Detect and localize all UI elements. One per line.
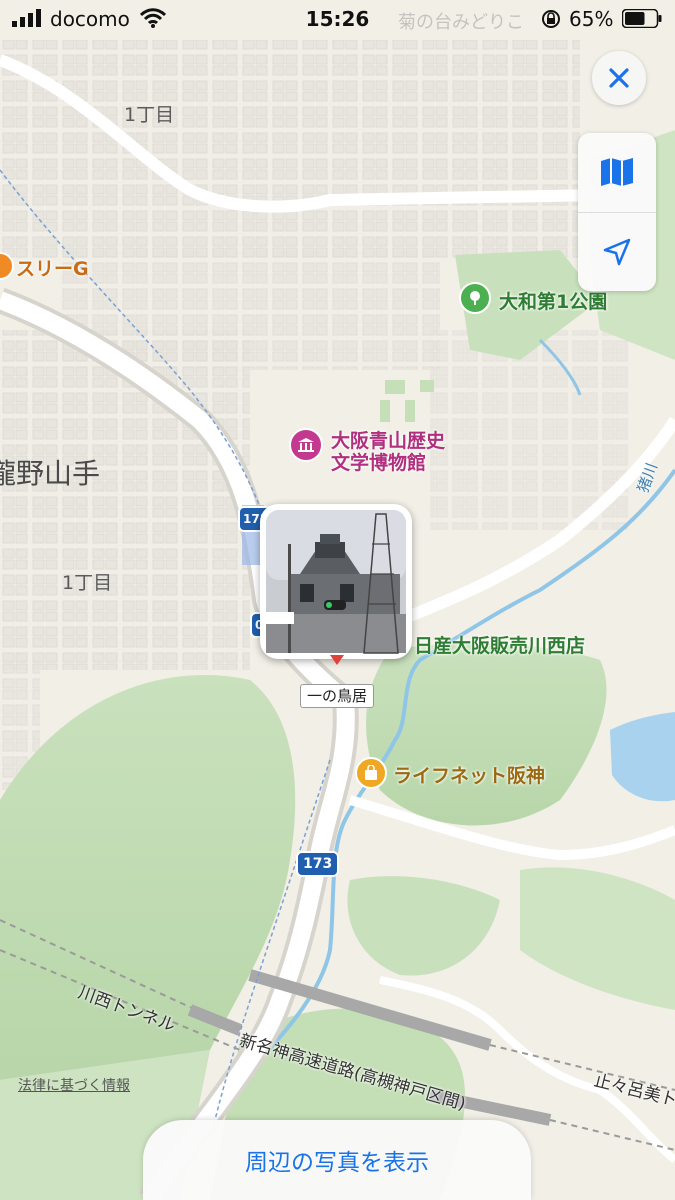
current-location-button[interactable] [578,213,656,291]
battery-percentage: 65% [569,7,614,31]
area-label-1chome-top: 1丁目 [124,104,175,126]
battery-icon [622,9,662,28]
legal-info-link[interactable]: 法律に基づく情報 [18,1075,130,1095]
map-mode-button[interactable] [578,133,656,211]
museum-field-4 [420,380,434,392]
location-photo-card[interactable] [260,504,412,659]
poi-lifenet[interactable]: ライフネット阪神 [393,761,545,788]
location-photo [266,510,406,654]
close-button[interactable] [592,51,646,105]
poi-nissan[interactable]: 日産大阪販売川西店 [414,631,585,658]
residential-area-mid-left [0,330,250,670]
residential-area-top [0,40,580,260]
museum-field-2 [405,400,415,422]
museum-field-1 [385,380,405,394]
location-arrow-icon [603,238,631,266]
show-nearby-photos-label: 周辺の写真を表示 [245,1150,429,1176]
map-controls [578,133,656,291]
map-icon [601,158,633,186]
area-label-1chome-mid: 1丁目 [62,572,113,594]
shopping-bag-icon[interactable] [355,757,387,789]
poi-museum-line2[interactable]: 文学博物館 [331,448,426,475]
show-nearby-photos-button[interactable]: 周辺の写真を表示 [143,1120,531,1200]
status-bar: docomo 15:26 65% [0,0,675,38]
place-tag-ichinotorii[interactable]: 一の鳥居 [300,684,375,708]
park-tree-icon[interactable] [459,282,491,314]
route-shield-173: 173 [296,851,340,877]
close-icon [609,68,629,88]
rotation-lock-icon [542,10,560,28]
area-label-ward: 瀧野山手 [0,457,101,490]
poi-three-g[interactable]: スリーG [16,254,89,281]
museum-field-3 [380,400,390,422]
poi-yamato-park[interactable]: 大和第1公園 [499,287,607,314]
photo-card-pointer [330,655,344,665]
museum-icon[interactable] [289,428,323,462]
